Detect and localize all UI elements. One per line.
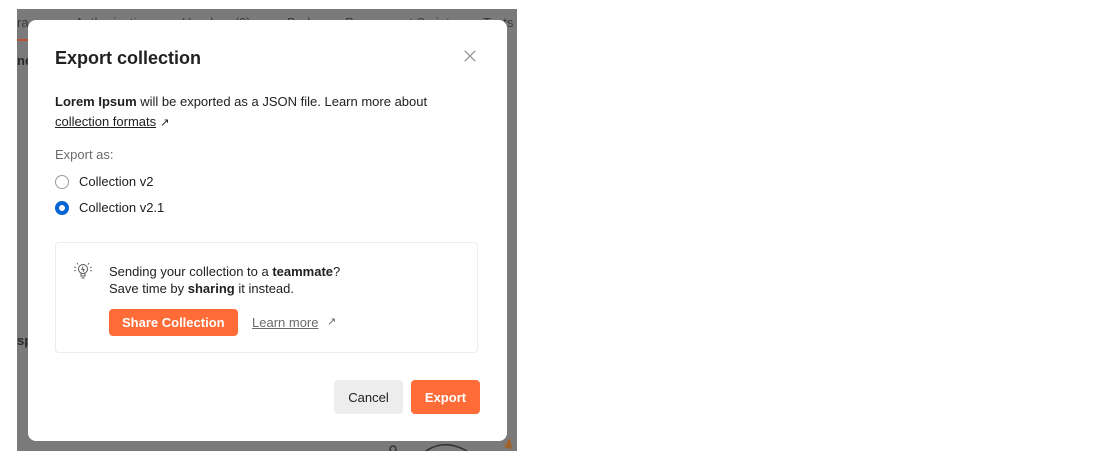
dialog-title: Export collection: [55, 48, 202, 68]
tip-text-bold: teammate: [272, 264, 334, 279]
cancel-button[interactable]: Cancel: [334, 380, 403, 414]
tip-text-part: ?: [333, 264, 341, 279]
external-link-arrow-icon: ↗: [327, 316, 337, 328]
export-button[interactable]: Export: [411, 380, 480, 414]
export-as-label: Export as:: [55, 147, 114, 162]
tip-text-part: it instead.: [234, 281, 294, 296]
tip-text-bold: sharing: [187, 281, 235, 296]
external-link-arrow-icon: ↗: [160, 117, 170, 129]
radio-collection-v2-1[interactable]: Collection v2.1: [55, 200, 164, 215]
share-tip-text: Sending your collection to a teammate? S…: [109, 263, 340, 297]
share-tip-box: Sending your collection to a teammate? S…: [55, 242, 478, 353]
radio-label: Collection v2: [79, 174, 154, 189]
tip-text-part: Sending your collection to a: [109, 264, 273, 279]
close-icon: [464, 50, 476, 62]
close-button[interactable]: [460, 46, 480, 66]
radio-collection-v2[interactable]: Collection v2: [55, 174, 153, 189]
tip-text-part: Save time by: [109, 281, 188, 296]
export-collection-dialog: Export collection Lorem Ipsum will be ex…: [28, 20, 507, 441]
description-text: will be exported as a JSON file. Learn m…: [136, 94, 428, 109]
share-collection-button[interactable]: Share Collection: [109, 309, 238, 336]
learn-more-link[interactable]: Learn more: [252, 315, 318, 330]
collection-name: Lorem Ipsum: [55, 94, 137, 109]
lightbulb-icon: [73, 262, 93, 279]
radio-label: Collection v2.1: [79, 200, 165, 215]
collection-formats-link[interactable]: collection formats: [55, 114, 156, 129]
radio-button-unchecked[interactable]: [55, 174, 69, 189]
dialog-description: Lorem Ipsum will be exported as a JSON f…: [55, 92, 475, 133]
radio-button-checked[interactable]: [55, 200, 69, 215]
background-tab: ra: [17, 15, 29, 30]
